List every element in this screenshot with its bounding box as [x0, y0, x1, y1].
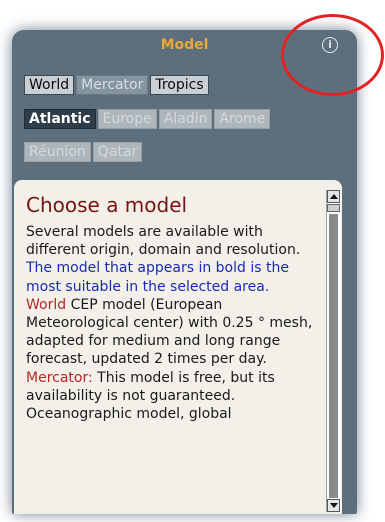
mercator-label: Mercator: [26, 369, 93, 386]
tab-qatar: Qatar [92, 142, 143, 162]
tab-arome: Arome [214, 109, 271, 129]
tab-row-2: Atlantic Europe Aladin Arome [24, 109, 271, 129]
tab-world[interactable]: World [24, 75, 75, 95]
tab-aladin: Aladin [158, 109, 213, 129]
tab-tropics[interactable]: Tropics [150, 75, 209, 95]
help-text-block: Choose a model Several models are availa… [26, 193, 314, 423]
scroll-thumb[interactable] [327, 204, 340, 212]
scrollbar[interactable] [326, 190, 341, 512]
tab-row-1: World Mercator Tropics [24, 75, 209, 95]
tab-reunion: Réunion [24, 142, 91, 162]
tab-europe: Europe [97, 109, 157, 129]
help-title: Choose a model [26, 193, 188, 217]
tab-atlantic[interactable]: Atlantic [24, 109, 96, 129]
scroll-track[interactable] [329, 214, 338, 498]
tab-mercator[interactable]: Mercator [76, 75, 149, 95]
help-content: Choose a model Several models are availa… [14, 180, 342, 514]
scroll-up-icon[interactable] [327, 190, 340, 203]
info-icon[interactable]: i [322, 37, 338, 53]
model-panel: Model i World Mercator Tropics Atlantic … [12, 30, 357, 514]
tab-row-3: Réunion Qatar [24, 142, 143, 162]
world-description: CEP model (European Meteorological cente… [26, 296, 313, 368]
intro-highlight: The model that appears in bold is the mo… [26, 260, 289, 295]
panel-title: Model [160, 37, 209, 53]
world-label: World [26, 296, 67, 313]
scroll-down-icon[interactable] [327, 499, 340, 512]
intro-text: Several models are available with differ… [26, 224, 301, 259]
